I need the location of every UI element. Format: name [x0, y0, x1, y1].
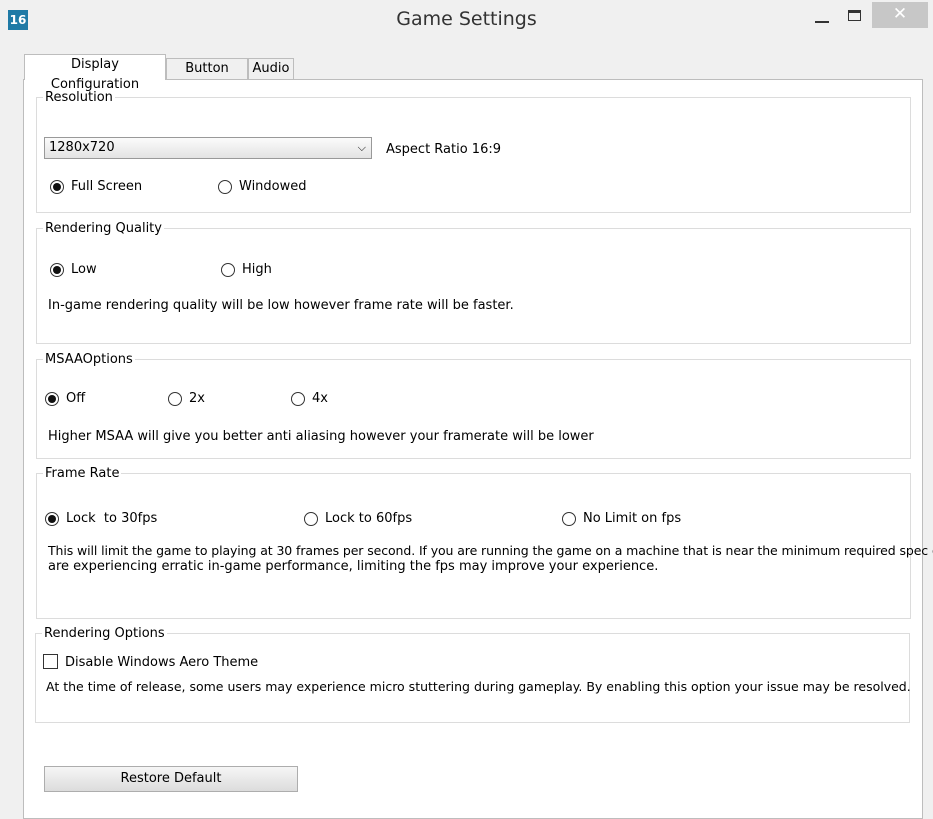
disable-aero-label: Disable Windows Aero Theme	[65, 655, 259, 670]
radio-msaa-2x[interactable]: 2x	[168, 391, 205, 406]
window-title: Game Settings	[396, 8, 537, 30]
msaa-description: Higher MSAA will give you better anti al…	[48, 429, 594, 444]
close-icon: ✕	[892, 4, 908, 24]
chevron-down-icon: ⌵	[357, 141, 366, 154]
title-bar: 16 Game Settings ✕	[0, 0, 933, 40]
radio-label: Lock to 30fps	[66, 511, 158, 526]
rendering-options-description: At the time of release, some users may e…	[46, 679, 911, 694]
rendering-options-group: Rendering Options	[35, 626, 910, 723]
radio-label: Full Screen	[71, 179, 143, 194]
resolution-selected-value: 1280x720	[49, 140, 115, 155]
msaa-label: MSAAOptions	[43, 352, 135, 367]
radio-no-limit-fps[interactable]: No Limit on fps	[562, 511, 681, 526]
radio-label: No Limit on fps	[583, 511, 682, 526]
disable-aero-checkbox[interactable]	[43, 654, 58, 669]
tab-display-configuration[interactable]: Display Configuration	[24, 54, 166, 92]
minimize-icon	[815, 21, 829, 23]
radio-windowed[interactable]: Windowed	[218, 179, 307, 194]
radio-label: High	[242, 262, 272, 277]
minimize-button[interactable]	[806, 2, 838, 28]
radio-circle	[221, 262, 235, 277]
radio-lock-60fps[interactable]: Lock to 60fps	[304, 511, 412, 526]
radio-label: Windowed	[239, 179, 307, 194]
radio-circle	[50, 179, 64, 194]
frame-rate-description-line1: This will limit the game to playing at 3…	[48, 543, 933, 558]
frame-rate-label: Frame Rate	[43, 466, 122, 481]
rendering-quality-description: In-game rendering quality will be low ho…	[48, 298, 514, 313]
radio-circle	[50, 262, 64, 277]
radio-label: Low	[71, 262, 97, 277]
resolution-select[interactable]: 1280x720 ⌵	[44, 137, 372, 159]
radio-label: 4x	[312, 391, 328, 406]
radio-quality-high[interactable]: High	[221, 262, 272, 277]
aspect-ratio-label: Aspect Ratio 16:9	[386, 142, 501, 157]
radio-quality-low[interactable]: Low	[50, 262, 97, 277]
radio-label: 2x	[189, 391, 205, 406]
frame-rate-description-line2: are experiencing erratic in-game perform…	[48, 559, 659, 574]
rendering-options-label: Rendering Options	[42, 626, 167, 641]
radio-circle	[218, 179, 232, 194]
radio-circle	[304, 511, 318, 526]
radio-circle	[168, 391, 182, 406]
radio-full-screen[interactable]: Full Screen	[50, 179, 142, 194]
radio-msaa-off[interactable]: Off	[45, 391, 85, 406]
radio-circle	[45, 511, 59, 526]
tab-audio[interactable]: Audio	[248, 58, 294, 80]
rendering-quality-label: Rendering Quality	[43, 221, 164, 236]
tab-button-icons[interactable]: Button Icons	[166, 58, 248, 96]
maximize-icon	[848, 10, 861, 21]
radio-circle	[562, 511, 576, 526]
rendering-quality-group: Rendering Quality	[36, 221, 911, 344]
radio-msaa-4x[interactable]: 4x	[291, 391, 328, 406]
radio-label: Off	[66, 391, 86, 406]
maximize-button[interactable]	[838, 2, 870, 28]
radio-circle	[291, 391, 305, 406]
close-button[interactable]: ✕	[872, 2, 928, 28]
radio-circle	[45, 391, 59, 406]
radio-lock-30fps[interactable]: Lock to 30fps	[45, 511, 157, 526]
restore-default-button[interactable]: Restore Default	[44, 766, 298, 792]
radio-label: Lock to 60fps	[325, 511, 413, 526]
